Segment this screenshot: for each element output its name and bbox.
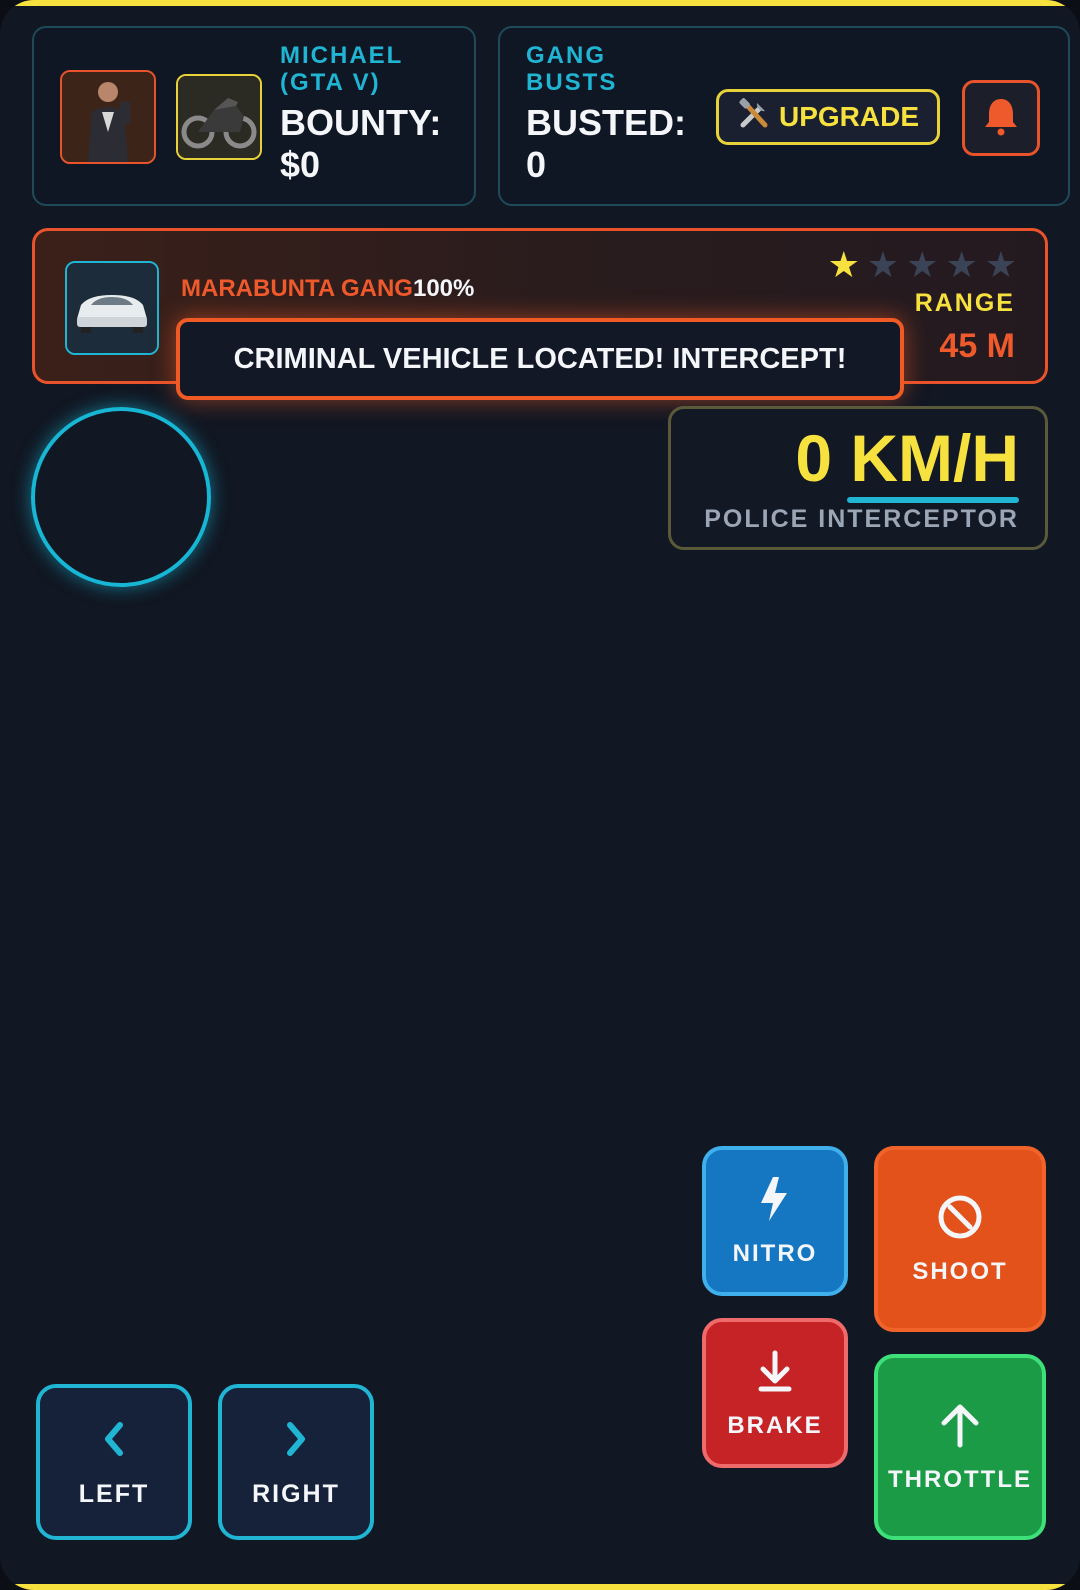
nitro-label: NITRO xyxy=(732,1239,818,1267)
left-button[interactable]: LEFT xyxy=(36,1384,192,1540)
star-empty-icon: ★ xyxy=(945,244,978,285)
gang-busts-title: GANG BUSTS xyxy=(526,42,618,96)
car-icon[interactable] xyxy=(65,261,159,355)
lightning-icon xyxy=(751,1175,799,1240)
speed-value: 0 KM/H xyxy=(795,421,1019,495)
alert-banner: CRIMINAL VEHICLE LOCATED! INTERCEPT! xyxy=(176,318,904,400)
right-button[interactable]: RIGHT xyxy=(218,1384,374,1540)
arrow-up-icon xyxy=(936,1401,984,1466)
target-health: 100% xyxy=(412,275,475,302)
busted-counter: BUSTED: 0 xyxy=(526,102,686,185)
brake-label: BRAKE xyxy=(727,1411,823,1439)
tools-icon xyxy=(737,97,771,138)
vehicle-name: POLICE INTERCEPTOR xyxy=(704,505,1019,533)
nitro-button[interactable]: NITRO xyxy=(702,1146,848,1296)
speed-underline xyxy=(847,497,1019,503)
star-filled-icon: ★ xyxy=(827,244,860,285)
gang-busts-panel: GANG BUSTS BUSTED: 0 UPGRADE xyxy=(498,26,1070,206)
shoot-button[interactable]: SHOOT xyxy=(874,1146,1046,1332)
left-label: LEFT xyxy=(78,1480,150,1508)
target-gang-info: MARABUNTA GANG100% xyxy=(181,275,474,303)
shoot-label: SHOOT xyxy=(912,1257,1008,1285)
target-gang-name: MARABUNTA GANG xyxy=(181,275,413,302)
crosshair-icon xyxy=(936,1193,984,1258)
chevron-right-icon xyxy=(272,1415,320,1480)
star-empty-icon: ★ xyxy=(866,244,900,285)
bottom-accent-bar xyxy=(0,1584,1080,1590)
range-label: RANGE xyxy=(914,289,1015,317)
player-panel: MICHAEL (GTA V) BOUNTY: $0 xyxy=(32,26,476,206)
chevron-left-icon xyxy=(90,1415,138,1480)
player-name: MICHAEL (GTA V) xyxy=(280,42,403,96)
right-label: RIGHT xyxy=(252,1480,340,1508)
minimap xyxy=(31,407,211,587)
upgrade-button[interactable]: UPGRADE xyxy=(716,89,940,145)
range-value: 45 M xyxy=(939,327,1015,365)
character-portrait-icon[interactable] xyxy=(60,70,156,164)
game-screen: MICHAEL (GTA V) BOUNTY: $0 GANG BUSTS BU… xyxy=(0,0,1080,1590)
brake-button[interactable]: BRAKE xyxy=(702,1318,848,1468)
speedometer-panel: 0 KM/H POLICE INTERCEPTOR xyxy=(668,406,1048,550)
star-empty-icon: ★ xyxy=(984,244,1017,285)
motorcycle-icon[interactable] xyxy=(176,74,262,160)
throttle-label: THROTTLE xyxy=(888,1465,1032,1493)
bell-icon xyxy=(982,96,1020,141)
upgrade-label: UPGRADE xyxy=(778,101,919,132)
throttle-button[interactable]: THROTTLE xyxy=(874,1354,1046,1540)
arrow-down-icon xyxy=(751,1347,799,1412)
bounty-counter: BOUNTY: $0 xyxy=(280,102,442,185)
wanted-stars: ★ ★ ★ ★ ★ xyxy=(828,245,1017,285)
bell-button[interactable] xyxy=(962,80,1040,156)
top-accent-bar xyxy=(0,0,1080,6)
star-empty-icon: ★ xyxy=(906,244,939,285)
